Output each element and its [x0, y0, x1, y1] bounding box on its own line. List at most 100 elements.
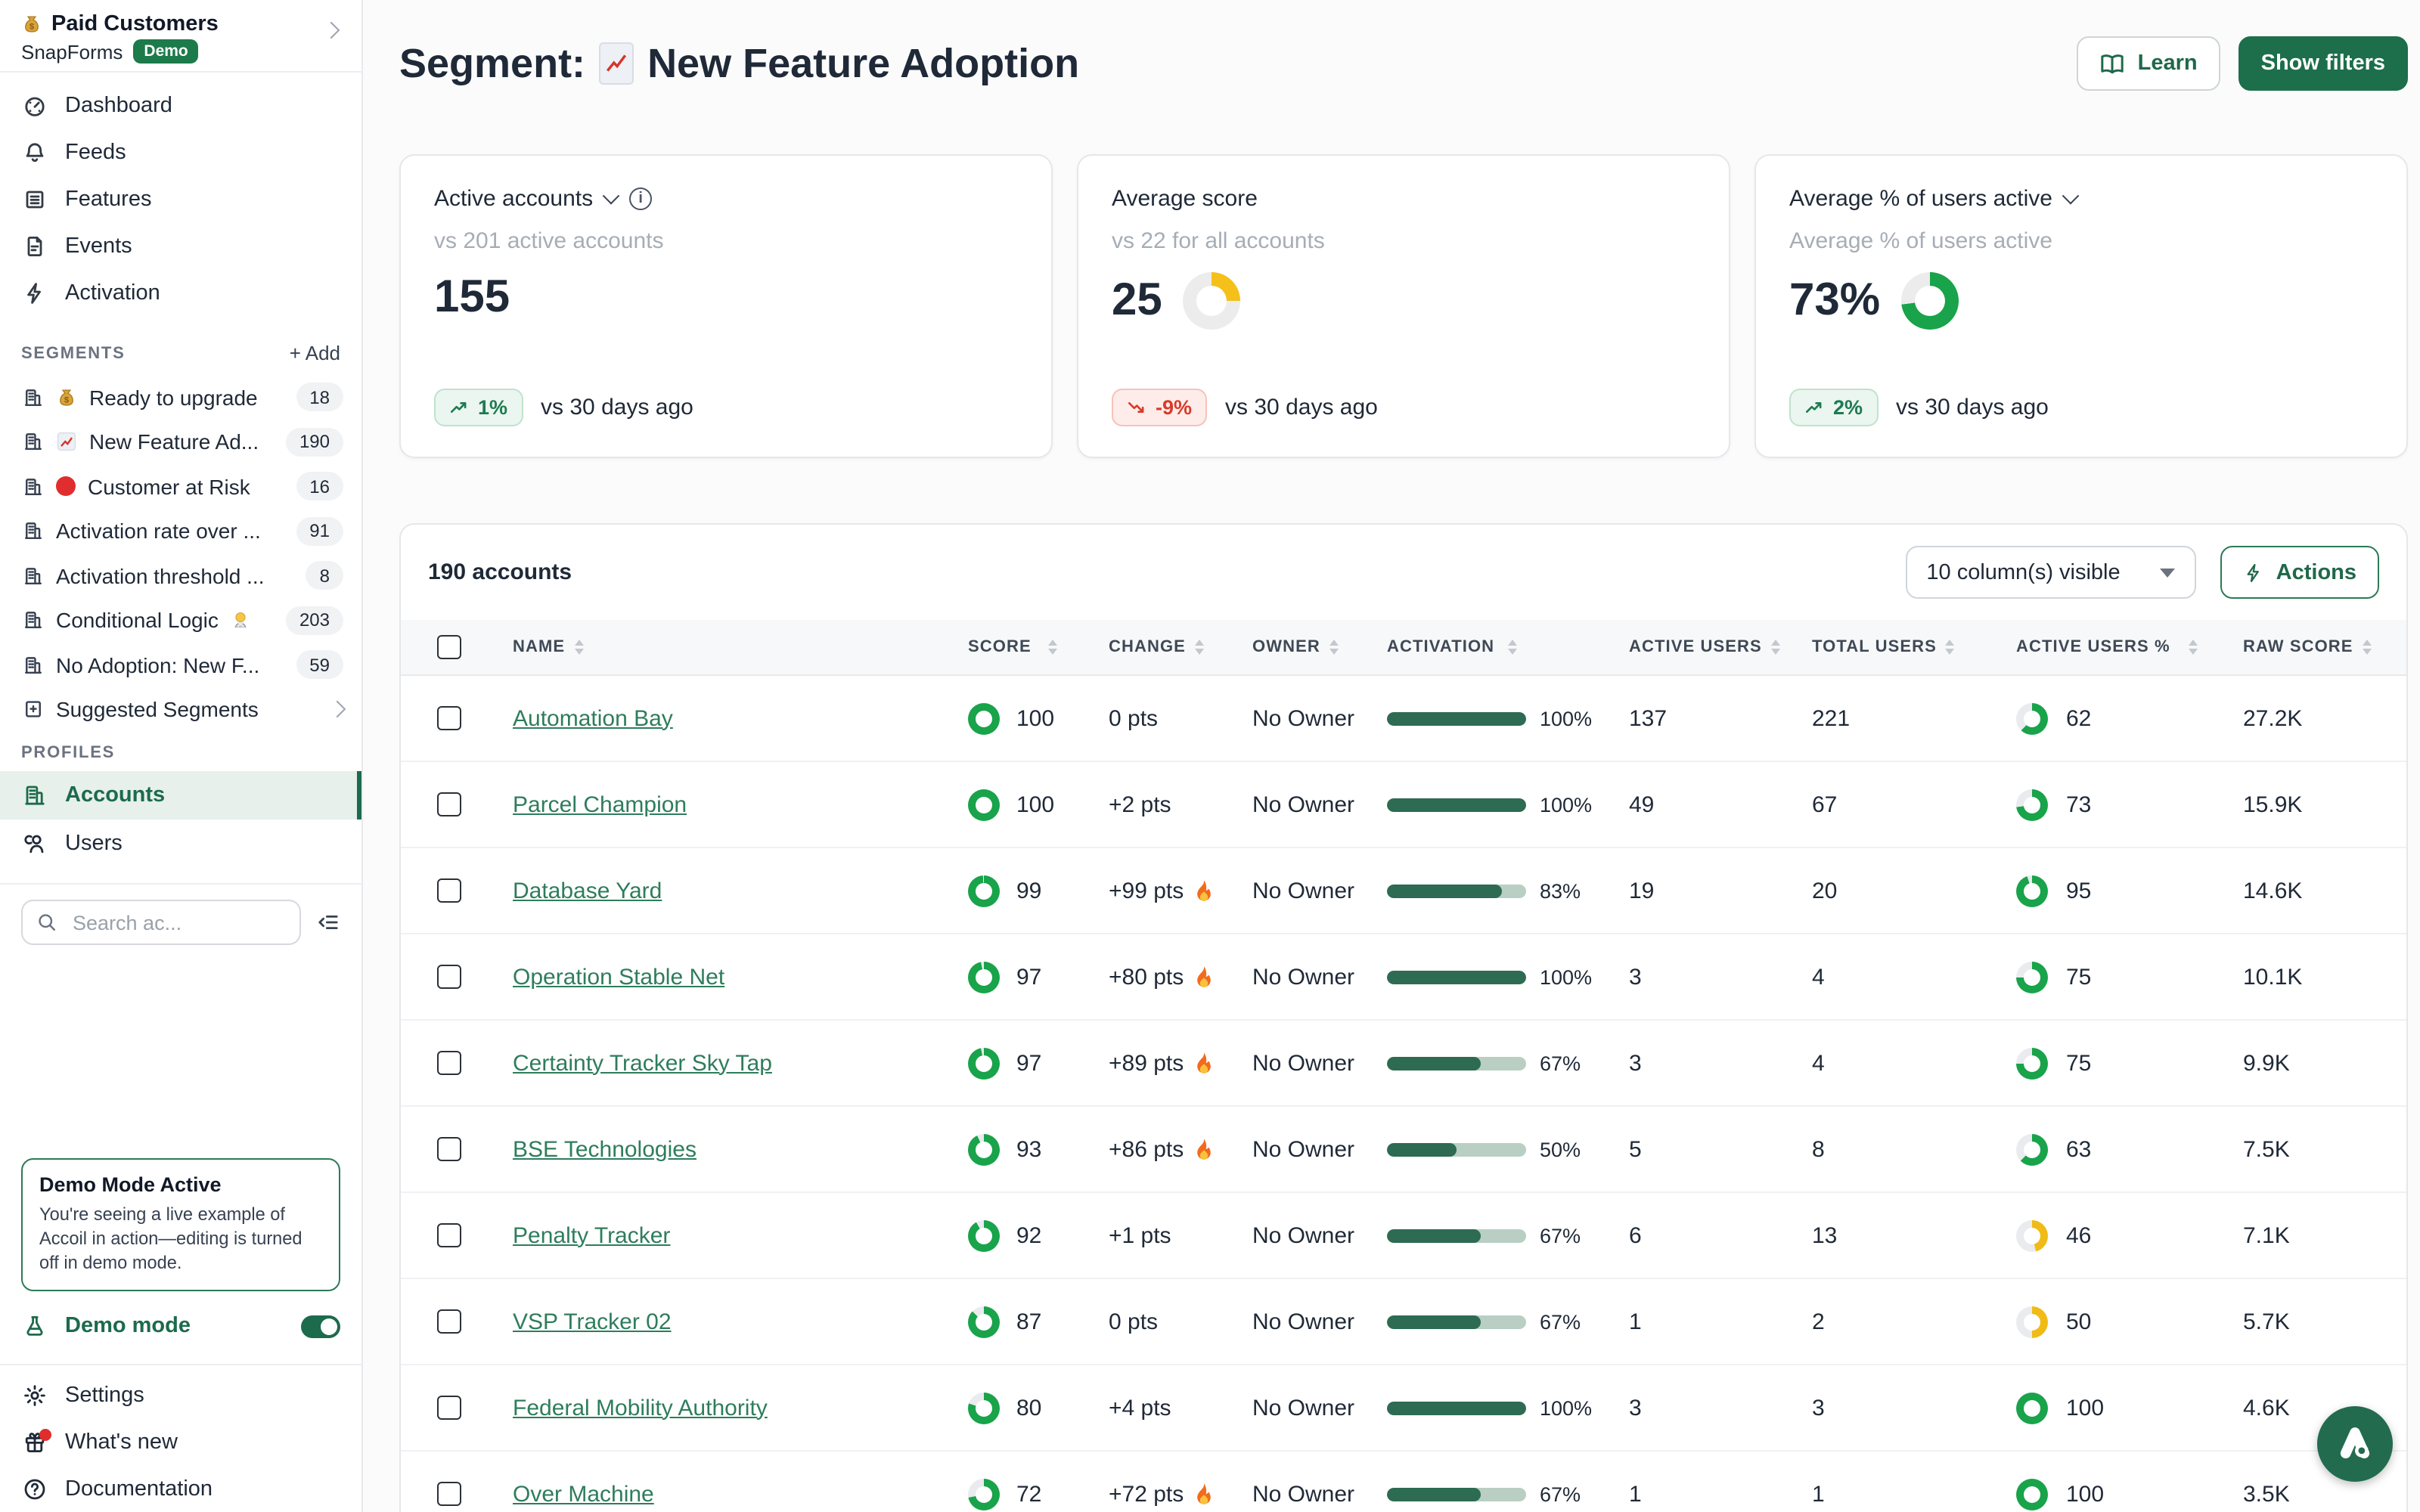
account-name-link[interactable]: Certainty Tracker Sky Tap [513, 1050, 772, 1076]
activation-value: 67% [1540, 1052, 1581, 1074]
chevron-down-icon[interactable] [603, 187, 620, 204]
workspace-name: Paid Customers [51, 12, 219, 36]
stat-card-value: 25 [1112, 275, 1162, 327]
sidebar-item-documentation[interactable]: Documentation [0, 1465, 361, 1512]
row-checkbox[interactable] [437, 1482, 461, 1506]
activation-value: 83% [1540, 879, 1581, 902]
profiles-item-users[interactable]: Users [0, 820, 361, 868]
nav-item-dashboard[interactable]: Dashboard [0, 82, 361, 129]
account-name-link[interactable]: Automation Bay [513, 705, 673, 731]
show-filters-button[interactable]: Show filters [2238, 36, 2408, 91]
row-checkbox[interactable] [437, 1396, 461, 1420]
collapse-sidebar-icon[interactable] [316, 910, 340, 934]
sort-icon[interactable] [2363, 640, 2372, 655]
sort-icon[interactable] [1771, 640, 1780, 655]
sort-icon[interactable] [1048, 640, 1057, 655]
active-users-pct-donut [2016, 1133, 2048, 1165]
demo-mode-toggle[interactable] [301, 1315, 340, 1337]
column-header-name[interactable]: NAME [492, 638, 953, 656]
column-header-total-users[interactable]: TOTAL USERS [1795, 638, 1992, 656]
segment-item-suggested-segments[interactable]: Suggested Segments [0, 687, 361, 732]
nav-label: Feeds [65, 140, 126, 164]
account-name-link[interactable]: Federal Mobility Authority [513, 1395, 768, 1421]
profiles-item-accounts[interactable]: Accounts [0, 771, 361, 820]
segment-item-new-feature-adoption[interactable]: New Feature Ad... 190 [0, 420, 361, 464]
row-checkbox[interactable] [437, 965, 461, 989]
sort-icon[interactable] [1946, 640, 1955, 655]
actions-button[interactable]: Actions [2220, 546, 2379, 599]
column-header-active-users-pct[interactable]: ACTIVE USERS % [1992, 638, 2211, 656]
column-header-active-users[interactable]: ACTIVE USERS [1596, 638, 1795, 656]
column-header-owner[interactable]: OWNER [1240, 638, 1369, 656]
badge-suffix: vs 30 days ago [1896, 395, 2049, 420]
account-name-link[interactable]: Penalty Tracker [513, 1222, 670, 1248]
change-value: +72 pts [1109, 1481, 1184, 1507]
table-row: Operation Stable Net 97 +80 pts No Owner [401, 934, 2406, 1021]
row-checkbox[interactable] [437, 706, 461, 730]
table-row: VSP Tracker 02 87 0 pts No Owner 67% [401, 1279, 2406, 1365]
nav-item-features[interactable]: Features [0, 175, 361, 222]
row-checkbox[interactable] [437, 792, 461, 816]
account-name-link[interactable]: VSP Tracker 02 [513, 1309, 672, 1334]
score-value: 99 [1016, 878, 1041, 903]
search-accounts-box[interactable] [21, 900, 301, 945]
activation-value: 100% [1540, 707, 1592, 730]
lightning-icon [2243, 562, 2264, 583]
stat-card-title[interactable]: Active accounts [434, 186, 593, 212]
segment-item-activation-threshold[interactable]: Activation threshold ... 8 [0, 553, 361, 598]
row-checkbox[interactable] [437, 1137, 461, 1161]
columns-visible-dropdown[interactable]: 10 column(s) visible [1905, 546, 2195, 599]
raw-score-value: 9.9K [2243, 1050, 2290, 1076]
account-name-link[interactable]: Over Machine [513, 1481, 654, 1507]
building-icon [23, 432, 44, 453]
learn-button[interactable]: Learn [2077, 36, 2220, 91]
sidebar-item-whats-new[interactable]: What's new [0, 1418, 361, 1465]
stat-card-title[interactable]: Average % of users active [1789, 186, 2052, 212]
sort-icon[interactable] [1195, 640, 1204, 655]
select-all-checkbox[interactable] [437, 635, 461, 659]
column-header-change[interactable]: CHANGE [1094, 638, 1240, 656]
segment-item-no-adoption[interactable]: No Adoption: New F... 59 [0, 643, 361, 687]
nav-item-events[interactable]: Events [0, 222, 361, 269]
account-name-link[interactable]: Operation Stable Net [513, 964, 724, 990]
column-header-activation[interactable]: ACTIVATION [1369, 638, 1596, 656]
total-users-value: 4 [1812, 1050, 1825, 1076]
segment-item-customer-at-risk[interactable]: Customer at Risk 16 [0, 464, 361, 509]
chat-launcher-button[interactable] [2317, 1406, 2393, 1482]
account-name-link[interactable]: BSE Technologies [513, 1136, 697, 1162]
info-icon[interactable]: i [629, 187, 652, 210]
sort-icon[interactable] [1508, 640, 1517, 655]
org-name: SnapForms [21, 40, 123, 63]
search-input[interactable] [70, 909, 286, 935]
account-name-link[interactable]: Parcel Champion [513, 792, 687, 817]
row-checkbox[interactable] [437, 1309, 461, 1334]
active-users-value: 1 [1629, 1481, 1642, 1507]
sort-icon[interactable] [574, 640, 583, 655]
row-checkbox[interactable] [437, 1051, 461, 1075]
row-checkbox[interactable] [437, 1223, 461, 1247]
workspace-switcher[interactable]: $ Paid Customers SnapForms Demo [0, 0, 361, 73]
segment-item-activation-rate[interactable]: Activation rate over ... 91 [0, 509, 361, 553]
stat-card-title[interactable]: Average score [1112, 186, 1258, 212]
bell-icon [23, 140, 47, 164]
chevron-down-icon[interactable] [2062, 187, 2080, 204]
column-header-raw-score[interactable]: RAW SCORE [2211, 638, 2406, 656]
sidebar-item-settings[interactable]: Settings [0, 1371, 361, 1418]
row-checkbox[interactable] [437, 878, 461, 903]
nav-item-feeds[interactable]: Feeds [0, 129, 361, 175]
nav-item-activation[interactable]: Activation [0, 269, 361, 316]
segment-item-conditional-logic[interactable]: Conditional Logic 203 [0, 598, 361, 643]
activation-bar [1387, 1401, 1526, 1414]
sort-icon[interactable] [2189, 640, 2198, 655]
column-header-score[interactable]: SCORE [953, 638, 1094, 656]
document-icon [23, 234, 47, 258]
segment-item-ready-to-upgrade[interactable]: $ Ready to upgrade 18 [0, 375, 361, 420]
account-name-link[interactable]: Database Yard [513, 878, 662, 903]
segment-count: 18 [296, 383, 343, 412]
chevron-right-icon[interactable] [323, 22, 340, 39]
question-circle-icon [23, 1476, 47, 1501]
sort-icon[interactable] [1329, 640, 1339, 655]
page-title-text: New Feature Adoption [647, 40, 1079, 87]
building-icon [23, 565, 44, 587]
add-segment-button[interactable]: + Add [290, 342, 340, 364]
